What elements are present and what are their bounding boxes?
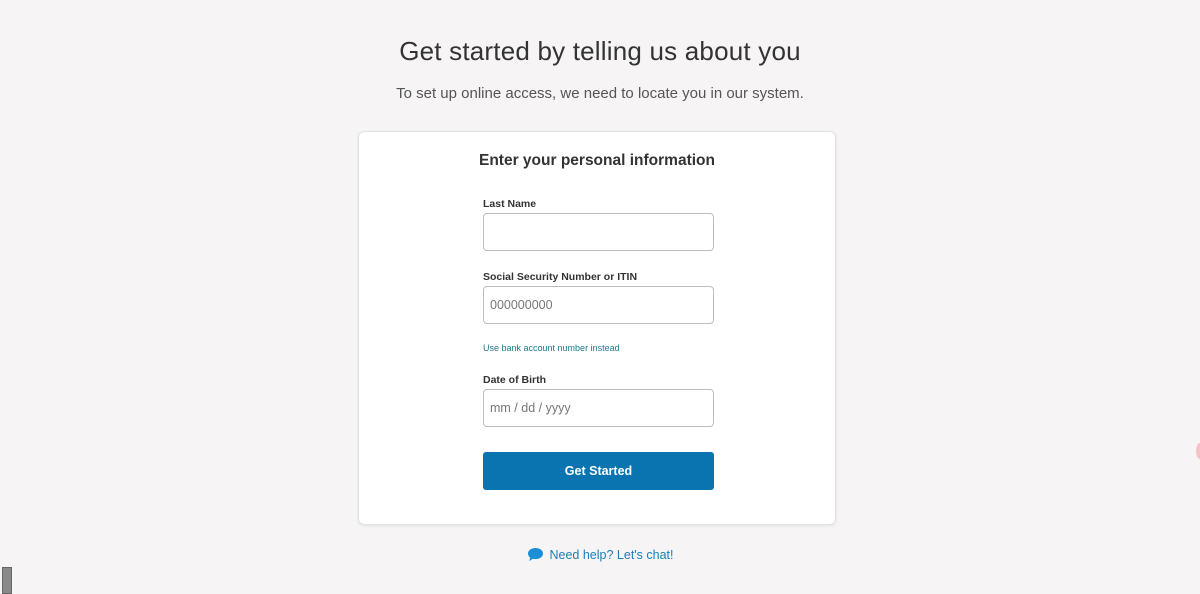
help-chat-label: Need help? Let's chat! — [549, 547, 674, 562]
ssn-label: Social Security Number or ITIN — [483, 271, 638, 283]
dob-input[interactable] — [483, 389, 714, 427]
use-bank-account-link[interactable]: Use bank account number instead — [483, 343, 620, 353]
dob-label: Date of Birth — [483, 374, 546, 386]
help-chat-link[interactable]: Need help? Let's chat! — [527, 547, 674, 562]
personal-info-card: Enter your personal information Last Nam… — [358, 131, 836, 525]
last-name-label: Last Name — [483, 198, 537, 210]
chat-bubble-icon — [527, 547, 544, 562]
page-title: Get started by telling us about you — [399, 36, 801, 66]
last-name-input[interactable] — [483, 213, 714, 251]
get-started-button[interactable]: Get Started — [483, 452, 714, 490]
edge-decoration — [1196, 443, 1200, 459]
card-title: Enter your personal information — [479, 152, 715, 169]
page-subtitle: To set up online access, we need to loca… — [396, 85, 804, 102]
page: Get started by telling us about you To s… — [0, 0, 1200, 594]
ssn-input[interactable] — [483, 286, 714, 324]
help-chat: Need help? Let's chat! — [0, 547, 1200, 565]
scroll-handle[interactable] — [2, 567, 12, 594]
